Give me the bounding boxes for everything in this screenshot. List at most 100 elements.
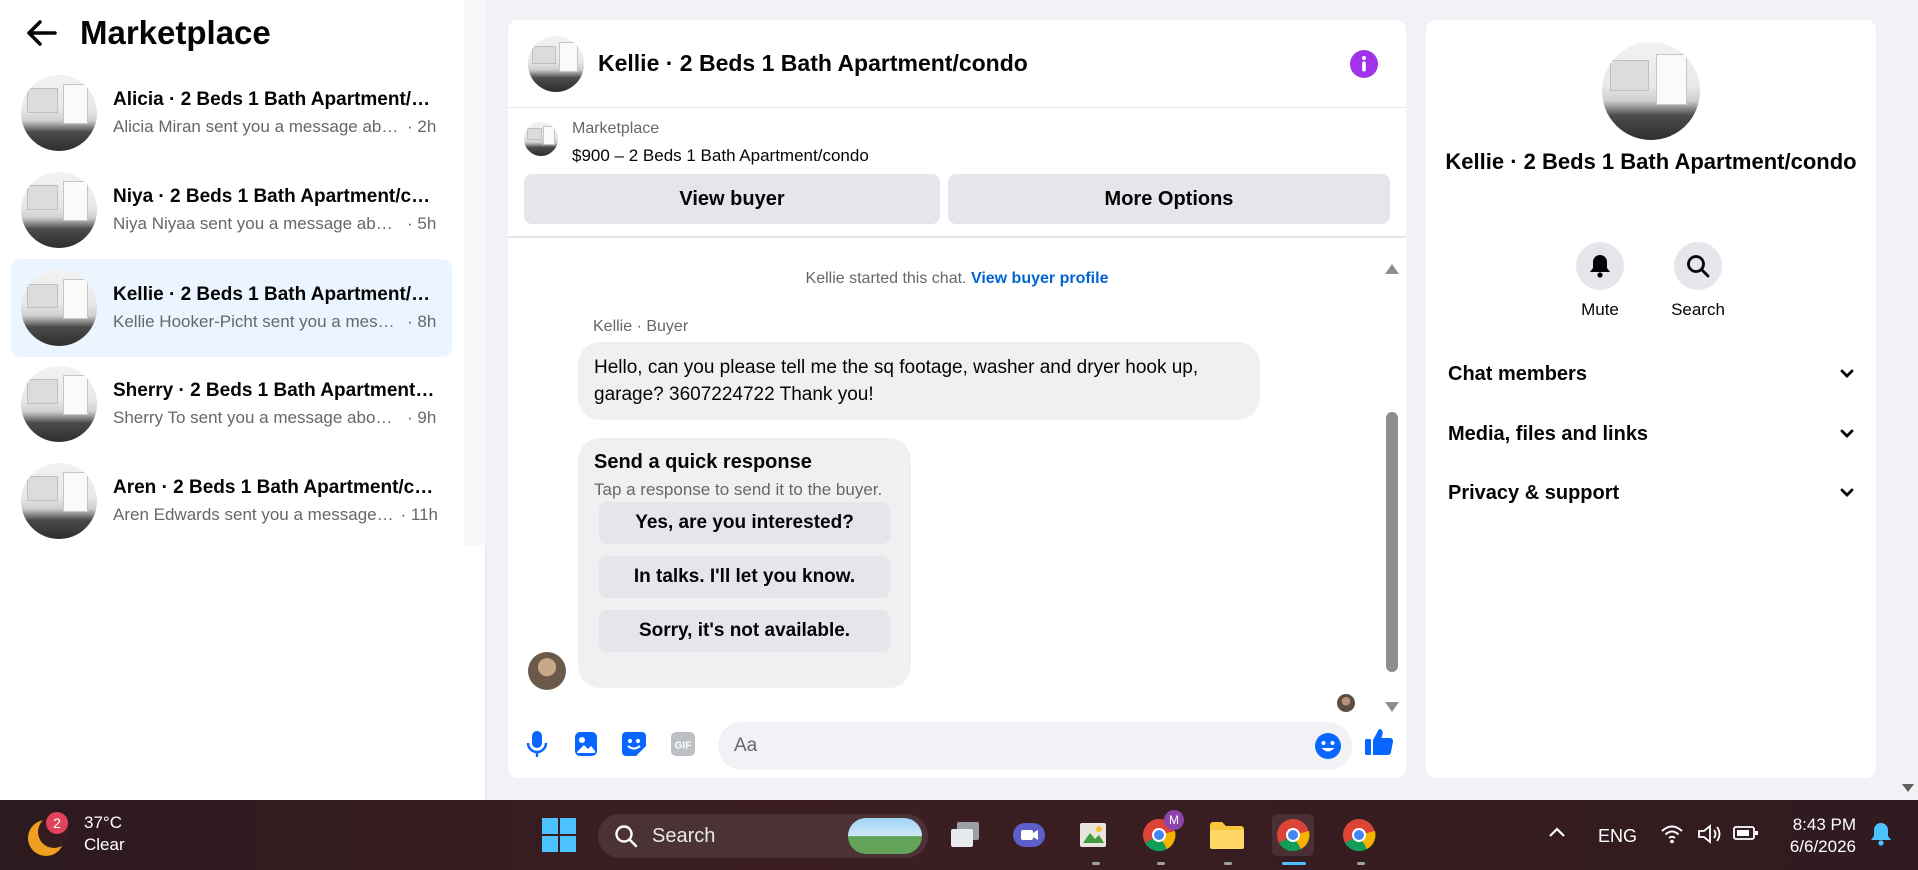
conversation-preview: Kellie Hooker-Picht sent you a message a… (113, 312, 401, 331)
conversation-time: · 11h (400, 504, 439, 524)
scroll-up-arrow[interactable] (1385, 264, 1399, 274)
wifi-icon[interactable] (1660, 824, 1684, 849)
quick-response-title: Send a quick response (594, 451, 812, 473)
like-thumb-icon[interactable] (1364, 727, 1394, 757)
task-view-icon[interactable] (944, 814, 986, 856)
running-indicator (1157, 862, 1165, 865)
emoji-icon[interactable] (1314, 732, 1342, 760)
conversation-sidebar: Marketplace Alicia · 2 Beds 1 Bath Apart… (0, 0, 486, 800)
listing-thumbnail (21, 270, 97, 346)
conversation-time: · 2h (407, 116, 437, 136)
conversation-preview: Aren Edwards sent you a message about yo… (113, 504, 395, 524)
volume-icon[interactable] (1697, 824, 1723, 849)
quick-response-subtitle: Tap a response to send it to the buyer. (594, 480, 883, 499)
view-buyer-profile-link[interactable]: View buyer profile (971, 270, 1109, 287)
language-indicator[interactable]: ENG (1598, 826, 1637, 847)
taskbar-search[interactable]: Search (598, 814, 928, 858)
bell-icon[interactable] (1576, 242, 1624, 290)
conversation-item[interactable]: Sherry · 2 Beds 1 Bath Apartment/condo S… (11, 363, 452, 444)
windows-taskbar: 2 37°C Clear Search M ENG 8:43 PM 6/6/20… (0, 800, 1918, 870)
listing-thumbnail (21, 171, 97, 248)
mute-action[interactable]: Mute (1560, 242, 1640, 320)
photo-editor-icon[interactable] (1073, 814, 1115, 856)
search-label: Search (1671, 300, 1725, 319)
details-title: Kellie · 2 Beds 1 Bath Apartment/condo (1445, 149, 1857, 174)
temperature: 37°C (84, 813, 122, 832)
system-clock[interactable]: 8:43 PM 6/6/2026 (1760, 814, 1856, 858)
running-indicator (1092, 862, 1100, 865)
chevron-up-icon[interactable] (1548, 822, 1566, 843)
chrome-icon-active[interactable] (1272, 814, 1314, 856)
conversation-preview: Sherry To sent you a message about your … (113, 407, 401, 427)
mute-label: Mute (1581, 300, 1619, 319)
quick-response-in-talks-button[interactable]: In talks. I'll let you know. (599, 556, 890, 598)
conversation-item-active[interactable]: Kellie · 2 Beds 1 Bath Apartment/condo K… (11, 259, 452, 357)
message-thread: Kellie started this chat. View buyer pro… (508, 240, 1406, 712)
photo-icon[interactable] (571, 729, 601, 759)
weather-widget[interactable]: 2 37°C Clear (26, 812, 125, 856)
back-arrow-icon[interactable] (24, 15, 60, 51)
gif-icon[interactable]: GIF (668, 729, 698, 759)
buyer-avatar[interactable] (528, 652, 566, 690)
conversation-name: Aren · 2 Beds 1 Bath Apartment/condo (113, 476, 438, 498)
clock-time: 8:43 PM (1792, 815, 1856, 834)
sidebar-scrollbar[interactable] (464, 0, 486, 545)
listing-price[interactable]: $900 – 2 Beds 1 Bath Apartment/condo (572, 146, 869, 166)
search-icon (615, 825, 638, 848)
section-label: Privacy & support (1448, 481, 1620, 504)
running-indicator (1224, 862, 1232, 865)
details-avatar (1602, 42, 1700, 140)
sticker-icon[interactable] (619, 729, 649, 759)
chat-panel: Kellie · 2 Beds 1 Bath Apartment/condo M… (508, 20, 1406, 778)
chevron-down-icon (1840, 488, 1854, 497)
listing-source: Marketplace (572, 120, 660, 137)
section-label: Media, files and links (1448, 422, 1649, 445)
conversation-time: · 9h (407, 407, 437, 427)
notification-bell-icon[interactable] (1870, 822, 1892, 851)
quick-response-not-available-button[interactable]: Sorry, it's not available. (599, 610, 890, 652)
chat-header: Kellie · 2 Beds 1 Bath Apartment/condo (508, 20, 1406, 108)
battery-icon[interactable] (1733, 825, 1759, 846)
view-buyer-button[interactable]: View buyer (524, 174, 940, 224)
microphone-icon[interactable] (522, 729, 552, 759)
chrome-icon[interactable]: M (1138, 810, 1184, 856)
chevron-down-icon (1840, 429, 1854, 438)
conversation-item[interactable]: Alicia · 2 Beds 1 Bath Apartment/condo A… (11, 72, 452, 153)
file-explorer-icon[interactable] (1206, 814, 1248, 856)
conversation-name: Niya · 2 Beds 1 Bath Apartment/condo (113, 185, 438, 207)
weather-condition: Clear (84, 835, 125, 854)
conversation-name: Sherry · 2 Beds 1 Bath Apartment/condo (113, 379, 438, 401)
message-input-box[interactable] (718, 722, 1352, 770)
windows-start-icon[interactable] (538, 814, 580, 856)
chat-avatar[interactable] (528, 35, 584, 92)
chat-members-section[interactable]: Chat members (1448, 354, 1854, 394)
meet-app-icon[interactable] (1008, 814, 1050, 856)
search-highlight-image (848, 818, 922, 854)
privacy-support-section[interactable]: Privacy & support (1448, 473, 1854, 513)
conversation-time: · 5h (407, 213, 437, 233)
conversation-item[interactable]: Niya · 2 Beds 1 Bath Apartment/condo Niy… (11, 169, 452, 250)
search-action[interactable]: Search (1658, 242, 1738, 320)
chat-details-panel: Kellie · 2 Beds 1 Bath Apartment/condo M… (1426, 20, 1876, 778)
incoming-message: Hello, can you please tell me the sq foo… (578, 342, 1260, 420)
thread-scrollbar[interactable] (1383, 240, 1399, 712)
more-options-button[interactable]: More Options (948, 174, 1390, 224)
page-scroll-down-arrow[interactable] (1902, 784, 1914, 792)
taskbar-search-label: Search (652, 824, 716, 847)
message-input[interactable] (718, 722, 1278, 770)
quick-response-yes-button[interactable]: Yes, are you interested? (599, 502, 890, 544)
chrome-icon-profile[interactable] (1338, 814, 1380, 856)
conversation-time: · 8h (407, 312, 437, 331)
info-icon[interactable] (1350, 50, 1378, 78)
listing-thumbnail-small (524, 122, 558, 156)
section-label: Chat members (1448, 362, 1587, 385)
chat-started-text: Kellie started this chat. (805, 270, 967, 287)
chat-title[interactable]: Kellie · 2 Beds 1 Bath Apartment/condo (598, 50, 1028, 77)
quick-response-card: Send a quick response Tap a response to … (578, 438, 911, 688)
scrollbar-thumb[interactable] (1386, 412, 1398, 672)
chrome-profile-badge: M (1164, 810, 1184, 830)
conversation-preview: Niya Niyaa sent you a message about your… (113, 213, 401, 233)
conversation-item[interactable]: Aren · 2 Beds 1 Bath Apartment/condo Are… (11, 460, 452, 541)
media-files-links-section[interactable]: Media, files and links (1448, 414, 1854, 454)
search-icon[interactable] (1674, 242, 1722, 290)
